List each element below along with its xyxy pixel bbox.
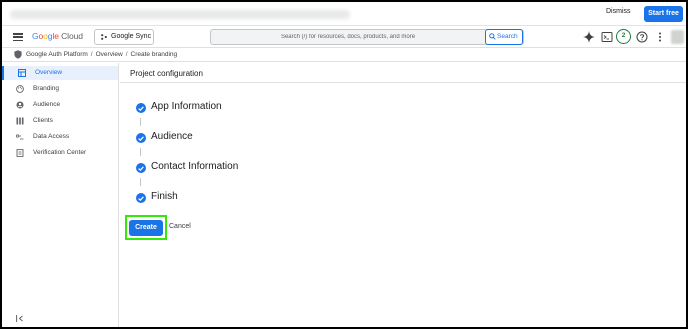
search-icon	[489, 33, 496, 40]
divider	[120, 82, 686, 83]
sidebar: Overview Branding Audience Clients Data …	[2, 63, 119, 327]
sidebar-item-label: Data Access	[33, 133, 70, 140]
palette-icon	[16, 85, 24, 93]
breadcrumb: Google Auth Platform / Overview / Create bra…	[2, 48, 686, 62]
step-label: Finish	[151, 191, 178, 202]
top-bar: Google Cloud Google Sync Search 2	[2, 26, 686, 48]
search-button-label: Search	[497, 33, 518, 40]
page-title: Project configuration	[130, 69, 203, 78]
gemini-sparkle-icon[interactable]	[583, 31, 595, 43]
sidebar-item-label: Verification Center	[33, 149, 87, 156]
dashboard-icon	[18, 69, 26, 77]
main-content: Project configuration App Information Au…	[120, 63, 686, 327]
step-label: Contact Information	[151, 161, 239, 172]
create-button[interactable]: Create	[129, 219, 163, 236]
sidebar-item-label: Clients	[33, 117, 53, 124]
collapse-sidebar-icon[interactable]	[16, 315, 24, 322]
breadcrumb-item-create-branding: Create branding	[130, 51, 178, 58]
dismiss-button[interactable]: Dismiss	[606, 8, 631, 15]
breadcrumb-separator: /	[90, 51, 93, 58]
sidebar-item-label: Branding	[33, 85, 60, 92]
promo-banner: Dismiss Start free	[2, 2, 686, 26]
step-label: App Information	[151, 101, 222, 112]
breadcrumb-separator: /	[125, 51, 128, 58]
help-icon[interactable]	[636, 31, 648, 43]
project-icon	[101, 34, 107, 40]
step-connector	[140, 118, 141, 126]
step-label: Audience	[151, 131, 193, 142]
shield-icon	[14, 50, 22, 59]
logo-letter: e	[54, 31, 59, 41]
project-name: Google Sync	[111, 33, 152, 40]
promo-text-blurred	[10, 10, 350, 19]
sidebar-item-overview[interactable]: Overview	[2, 66, 118, 80]
sidebar-item-verification-center[interactable]: Verification Center	[2, 146, 118, 160]
breadcrumb-item-auth-platform[interactable]: Google Auth Platform	[26, 51, 88, 58]
google-cloud-logo[interactable]: Google Cloud	[32, 31, 83, 41]
sidebar-item-label: Audience	[33, 101, 61, 108]
breadcrumb-item-overview[interactable]: Overview	[96, 51, 123, 58]
step-connector	[140, 148, 141, 156]
cloud-shell-icon[interactable]	[601, 31, 613, 43]
avatar[interactable]	[671, 30, 684, 44]
check-circle-icon	[136, 163, 146, 173]
start-free-button[interactable]: Start free	[644, 6, 683, 22]
step-connector	[140, 178, 141, 186]
person-icon	[16, 101, 24, 109]
check-circle-icon	[136, 133, 146, 143]
verified-doc-icon	[16, 149, 24, 157]
sidebar-item-branding[interactable]: Branding	[2, 82, 118, 96]
key-list-icon	[16, 134, 24, 140]
sidebar-item-clients[interactable]: Clients	[2, 114, 118, 128]
sidebar-item-label: Overview	[35, 69, 63, 76]
sidebar-item-data-access[interactable]: Data Access	[2, 130, 118, 144]
create-button-highlight: Create	[125, 215, 167, 240]
logo-product: Cloud	[61, 31, 83, 41]
cancel-button[interactable]: Cancel	[169, 223, 191, 230]
sidebar-item-audience[interactable]: Audience	[2, 98, 118, 112]
search-button[interactable]: Search	[485, 29, 523, 45]
more-vert-icon[interactable]	[654, 31, 666, 43]
menu-icon[interactable]	[13, 33, 23, 42]
search-input[interactable]	[211, 30, 485, 44]
check-circle-icon	[136, 103, 146, 113]
search-bar[interactable]: Search	[210, 29, 524, 45]
browser-frame: Dismiss Start free Google Cloud Google S…	[0, 0, 688, 329]
check-circle-icon	[136, 193, 146, 203]
project-picker[interactable]: Google Sync	[94, 29, 154, 45]
list-icon	[16, 117, 24, 125]
notification-badge[interactable]: 2	[616, 29, 631, 44]
